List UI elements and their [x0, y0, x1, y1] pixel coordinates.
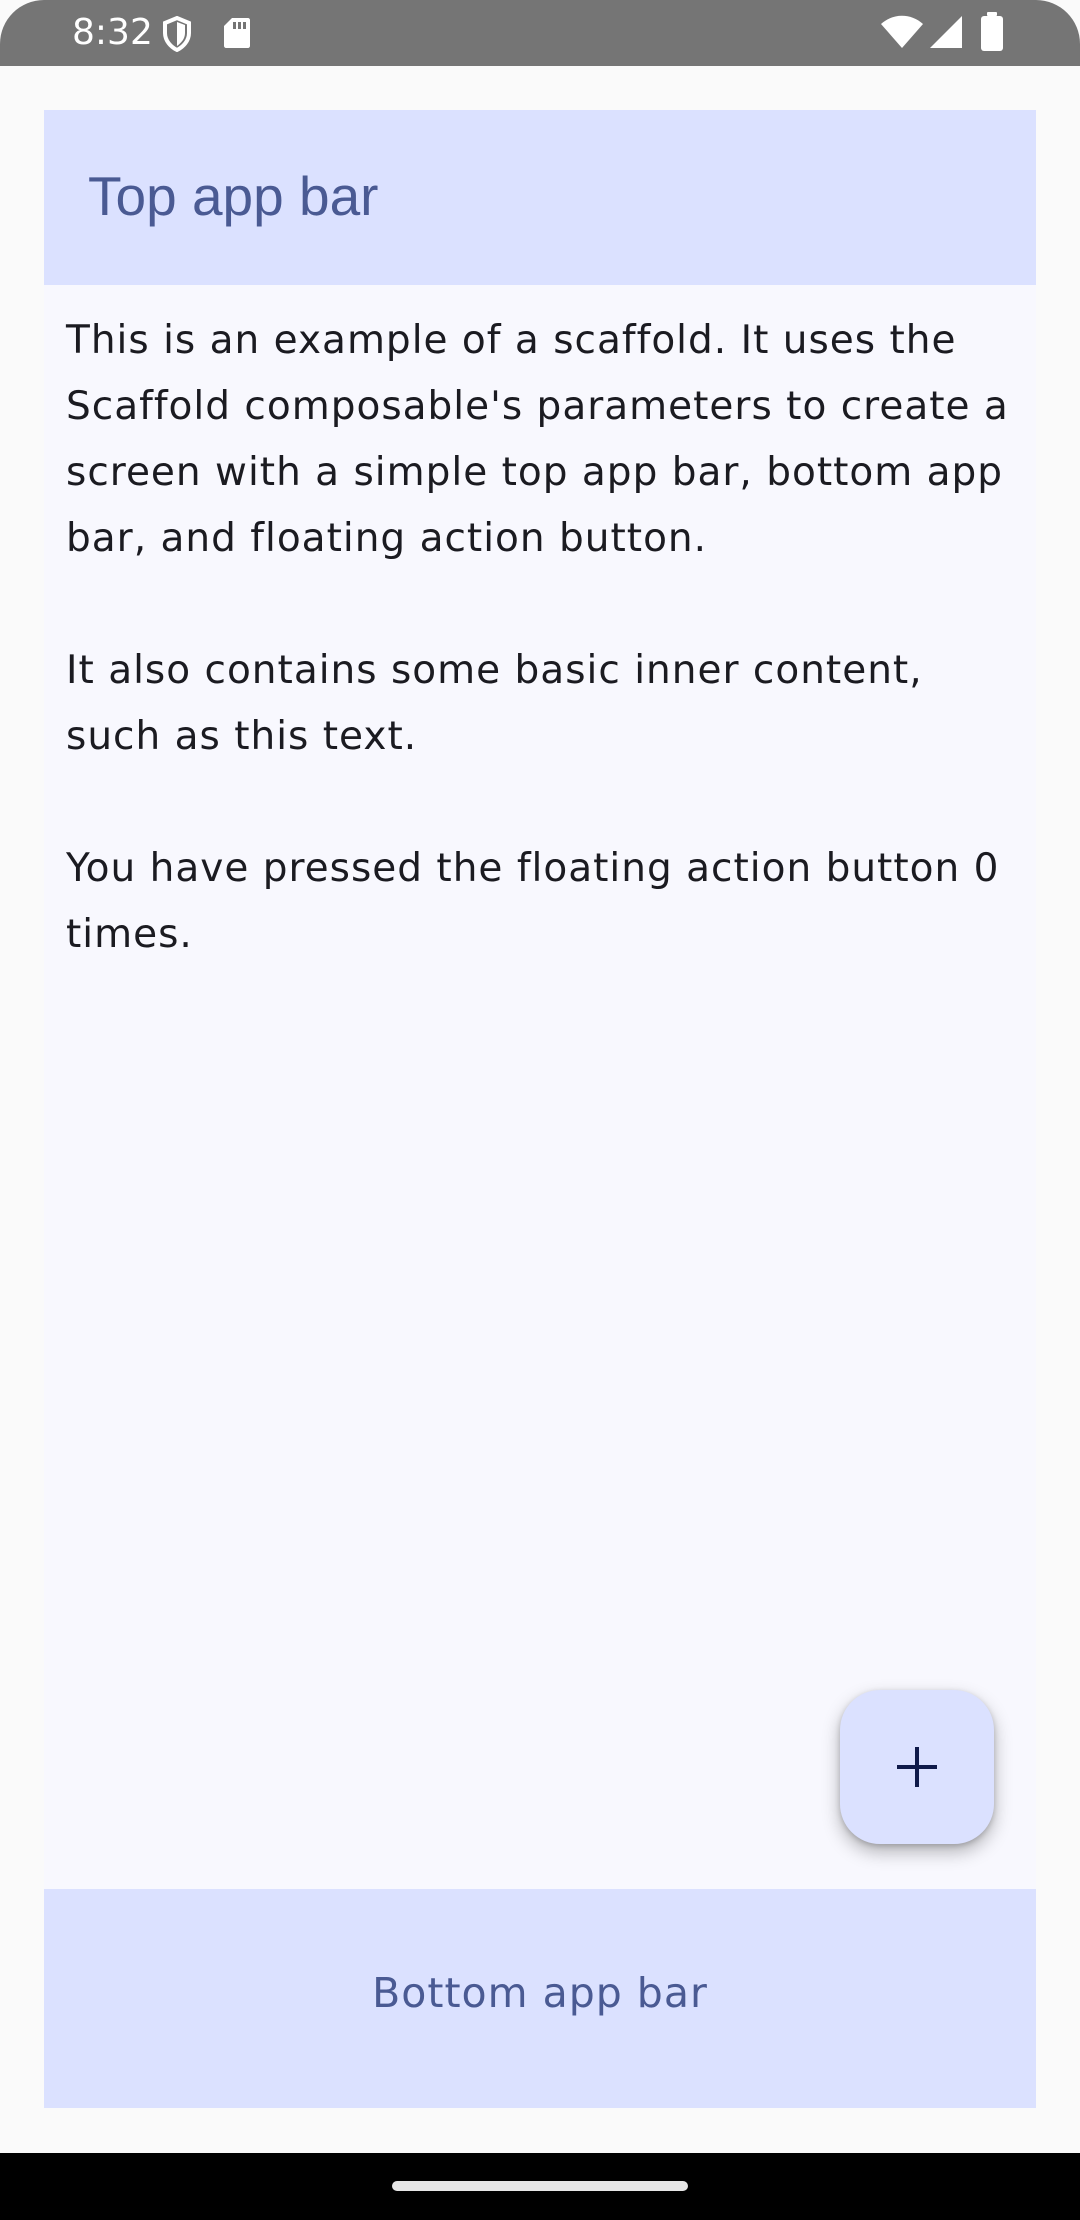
- screen: 8:32 Top app bar This is an example of a…: [0, 0, 1080, 2220]
- scaffold: Top app bar This is an example of a scaf…: [44, 110, 1036, 2108]
- inner-content: This is an example of a scaffold. It use…: [66, 308, 1016, 1034]
- floating-action-button[interactable]: [840, 1690, 994, 1844]
- add-icon: [897, 1747, 937, 1787]
- wifi-icon: [881, 15, 923, 48]
- content-paragraph-intro: This is an example of a scaffold. It use…: [66, 318, 1009, 561]
- top-app-bar: Top app bar: [44, 110, 1036, 285]
- battery-icon: [981, 12, 1003, 51]
- shield-icon: [163, 16, 191, 52]
- status-bar: 8:32: [0, 0, 1080, 66]
- navigation-bar: [0, 2153, 1080, 2220]
- bottom-app-bar: Bottom app bar: [44, 1889, 1036, 2108]
- content-paragraph-inner: It also contains some basic inner conten…: [66, 648, 923, 759]
- status-time: 8:32: [72, 12, 153, 53]
- sd-card-icon: [224, 18, 250, 48]
- content-paragraph-counter: You have pressed the floating action but…: [66, 846, 1000, 957]
- home-gesture-handle[interactable]: [392, 2181, 688, 2191]
- bottom-app-bar-label: Bottom app bar: [372, 1969, 708, 2017]
- top-app-bar-title: Top app bar: [88, 165, 379, 227]
- signal-icon: [930, 16, 962, 48]
